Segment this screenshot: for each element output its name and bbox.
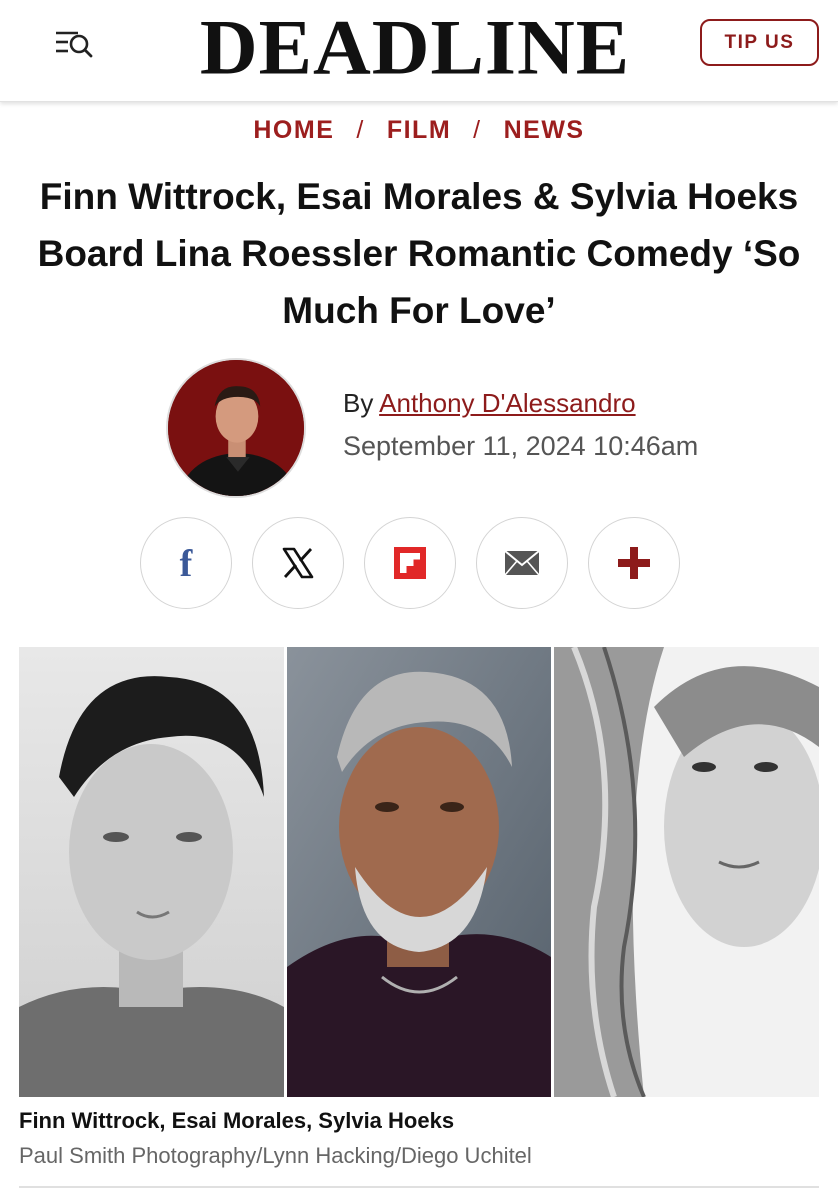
breadcrumb-film[interactable]: FILM: [387, 116, 451, 144]
byline: By Anthony D'Alessandro: [343, 388, 636, 419]
breadcrumb-news[interactable]: NEWS: [504, 116, 585, 144]
email-icon: [504, 550, 540, 576]
x-icon: [282, 547, 314, 579]
article-headline: Finn Wittrock, Esai Morales & Sylvia Hoe…: [37, 176, 801, 331]
article-hero-image[interactable]: [19, 647, 819, 1097]
publish-date: September 11, 2024 10:46am: [343, 431, 699, 461]
share-flipboard-button[interactable]: [364, 517, 456, 609]
share-facebook-button[interactable]: f: [140, 517, 232, 609]
divider: [19, 1186, 819, 1188]
site-header: DEADLINE TIP US: [0, 0, 838, 102]
breadcrumb-separator: /: [356, 116, 365, 144]
share-x-button[interactable]: [252, 517, 344, 609]
author-avatar[interactable]: [166, 358, 306, 498]
image-credit: Paul Smith Photography/Lynn Hacking/Dieg…: [19, 1143, 532, 1168]
photo-finn-wittrock: [19, 647, 284, 1097]
image-caption: Finn Wittrock, Esai Morales, Sylvia Hoek…: [19, 1108, 455, 1133]
plus-icon: [618, 547, 650, 579]
deadline-logo[interactable]: DEADLINE: [150, 9, 680, 87]
share-more-button[interactable]: [588, 517, 680, 609]
photo-sylvia-hoeks: [554, 647, 819, 1097]
tip-us-button[interactable]: TIP US: [700, 19, 819, 66]
author-link[interactable]: Anthony D'Alessandro: [379, 388, 635, 418]
breadcrumb-home[interactable]: HOME: [253, 116, 334, 144]
menu-search-icon[interactable]: [52, 26, 96, 60]
photo-esai-morales: [287, 647, 551, 1097]
facebook-glyph: f: [180, 543, 194, 583]
by-label: By: [343, 388, 374, 418]
breadcrumb: HOME / FILM / NEWS: [0, 116, 838, 145]
share-email-button[interactable]: [476, 517, 568, 609]
breadcrumb-separator: /: [473, 116, 482, 144]
flipboard-icon: [394, 547, 426, 579]
facebook-icon: f: [180, 543, 194, 583]
